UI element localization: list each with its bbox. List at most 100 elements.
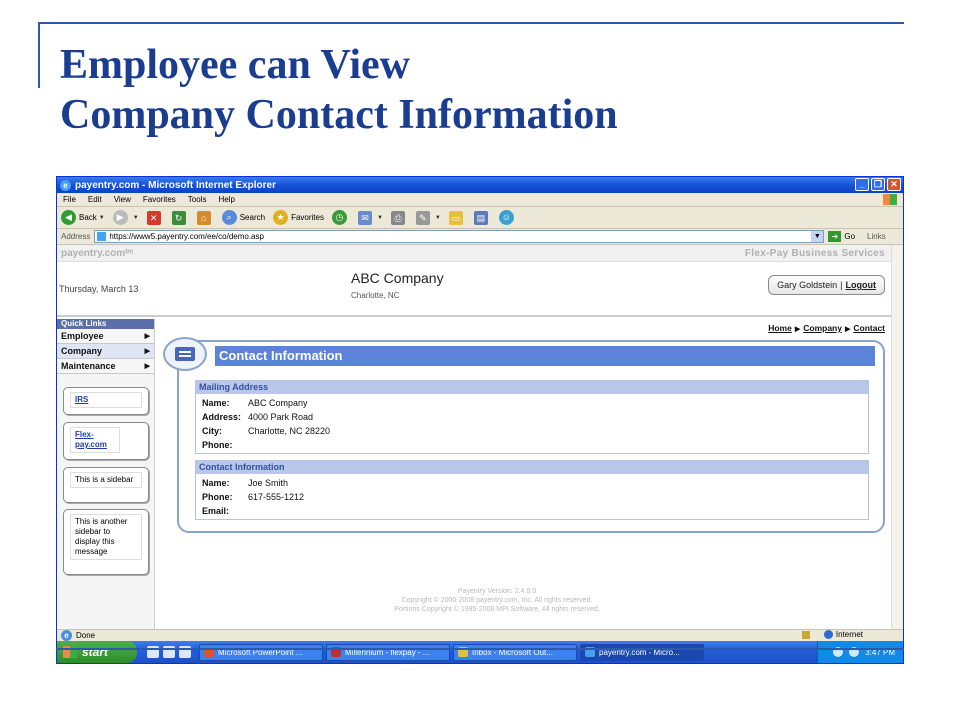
page-header: Thursday, March 13 ABC Company Charlotte… <box>57 262 903 317</box>
history-button[interactable]: ◷ <box>331 210 350 225</box>
chevron-down-icon[interactable]: ▼ <box>435 215 441 221</box>
go-arrow-icon: ➔ <box>828 231 842 242</box>
sidebar-item-label: Employee <box>61 331 104 341</box>
refresh-icon: ↻ <box>171 210 186 225</box>
minimize-button[interactable]: _ <box>855 178 869 191</box>
research-button[interactable]: ▤ <box>473 210 491 225</box>
browser-window: e payentry.com - Microsoft Internet Expl… <box>56 176 904 664</box>
lock-icon <box>801 630 810 639</box>
contact-info-section: Contact Information Name: Joe Smith Phone… <box>195 460 869 520</box>
forward-button[interactable]: ▶ ▼ <box>112 210 139 225</box>
task-ie[interactable]: payentry.com - Micro... <box>580 643 704 661</box>
home-icon: ⌂ <box>196 210 211 225</box>
field-label: Address: <box>202 412 242 422</box>
favorites-button[interactable]: ★ Favorites <box>273 210 324 225</box>
menu-view[interactable]: View <box>114 195 131 204</box>
go-button[interactable]: ➔ Go <box>828 231 855 242</box>
field-label: Phone: <box>202 440 233 450</box>
user-panel: Gary Goldstein | Logout <box>768 275 885 295</box>
user-name: Gary Goldstein <box>777 280 838 290</box>
task-outlook[interactable]: Inbox - Microsoft Out... <box>453 643 577 661</box>
messenger-button[interactable]: ☺ <box>498 210 517 225</box>
system-tray: 3:47 PM <box>817 641 903 663</box>
search-icon: ⌕ <box>221 210 237 225</box>
panel-title: Contact Information <box>215 346 875 366</box>
close-button[interactable]: ✕ <box>887 178 901 191</box>
slide-title-line2: Company Contact Information <box>60 92 618 138</box>
address-input[interactable]: https://www5.payentry.com/ee/co/demo.asp… <box>94 230 825 243</box>
irs-box: IRS <box>63 387 149 415</box>
sidebar-item-maintenance[interactable]: Maintenance ▶ <box>57 359 154 374</box>
brand-logo: payentry.comᵗᵐ <box>61 247 134 259</box>
footer-portions: Portions Copyright © 1995-2008 MPI Softw… <box>394 606 600 613</box>
title-bar[interactable]: e payentry.com - Microsoft Internet Expl… <box>57 177 903 193</box>
status-text: Done <box>76 631 96 640</box>
chevron-down-icon[interactable]: ▼ <box>99 215 105 221</box>
edit-icon: ✎ <box>415 210 430 225</box>
security-zone: Internet <box>801 630 863 639</box>
window-controls: _ ❐ ✕ <box>855 178 901 191</box>
irs-link[interactable]: IRS <box>75 395 88 404</box>
sidebar-item-company[interactable]: Company ▶ <box>57 344 154 359</box>
breadcrumb-arrow-icon: ▶ <box>844 326 851 333</box>
menu-file[interactable]: File <box>63 195 76 204</box>
chevron-down-icon[interactable]: ▼ <box>377 215 383 221</box>
search-button[interactable]: ⌕ Search <box>221 210 265 225</box>
start-button[interactable]: start <box>57 641 137 663</box>
mailing-address-row: Address: 4000 Park Road <box>196 410 868 424</box>
field-label: Name: <box>202 478 230 488</box>
research-icon: ▤ <box>473 210 488 225</box>
task-millennium[interactable]: Millennium - flexpay - ... <box>326 643 450 661</box>
flexpay-link[interactable]: Flex-pay.com <box>75 430 107 449</box>
chevron-down-icon[interactable]: ▼ <box>133 215 139 221</box>
menu-tools[interactable]: Tools <box>188 195 207 204</box>
status-bar: e Done Internet <box>57 629 903 641</box>
mailing-address-section: Mailing Address Name: ABC Company Address… <box>195 380 869 454</box>
back-label: Back <box>79 213 97 222</box>
vertical-scrollbar[interactable] <box>891 245 903 629</box>
taskbar: start Microsoft PowerPoint ... Millenniu… <box>57 641 903 663</box>
contact-panel: Contact Information Mailing Address Name… <box>163 337 885 533</box>
stop-icon: ✕ <box>146 210 161 225</box>
breadcrumb-home[interactable]: Home <box>768 323 792 333</box>
stop-button[interactable]: ✕ <box>146 210 164 225</box>
url-text: https://www5.payentry.com/ee/co/demo.asp <box>109 232 264 241</box>
home-button[interactable]: ⌂ <box>196 210 214 225</box>
menu-favorites[interactable]: Favorites <box>143 195 176 204</box>
edit-button[interactable]: ✎ ▼ <box>415 210 441 225</box>
chevron-down-icon[interactable]: ▼ <box>811 231 824 242</box>
flexpay-box: Flex-pay.com <box>63 422 149 460</box>
mail-icon: ✉ <box>357 210 372 225</box>
toolbar: ◀ Back ▼ ▶ ▼ ✕ ↻ ⌂ ⌕ Search ★ Favorites … <box>57 207 903 229</box>
service-name: Flex-Pay Business Services <box>744 247 885 259</box>
sidebar-message-1: This is a sidebar <box>70 472 142 488</box>
chevron-right-icon: ▶ <box>144 363 150 370</box>
mail-button[interactable]: ✉ ▼ <box>357 210 383 225</box>
contact-phone-row: Phone: 617-555-1212 <box>196 490 868 504</box>
logout-link[interactable]: Logout <box>846 280 877 290</box>
star-icon: ★ <box>273 210 289 225</box>
chevron-right-icon: ▶ <box>144 348 150 355</box>
print-button[interactable]: ⎙ <box>390 210 408 225</box>
company-location: Charlotte, NC <box>351 291 400 300</box>
back-arrow-icon: ◀ <box>61 210 76 225</box>
ie-icon: e <box>60 179 71 191</box>
mailing-phone-row: Phone: <box>196 438 868 452</box>
task-powerpoint[interactable]: Microsoft PowerPoint ... <box>199 643 323 661</box>
restore-button[interactable]: ❐ <box>871 178 885 191</box>
slide-bottom-rule <box>56 648 904 650</box>
menu-help[interactable]: Help <box>218 195 234 204</box>
back-button[interactable]: ◀ Back ▼ <box>61 210 105 225</box>
refresh-button[interactable]: ↻ <box>171 210 189 225</box>
sidebar-item-employee[interactable]: Employee ▶ <box>57 329 154 344</box>
links-button[interactable]: Links <box>867 232 886 241</box>
mailing-name-value: ABC Company <box>248 398 308 408</box>
menu-edit[interactable]: Edit <box>88 195 102 204</box>
go-label: Go <box>844 232 856 241</box>
breadcrumb-company[interactable]: Company <box>803 323 842 333</box>
breadcrumb: Home ▶ Company ▶ Contact <box>768 323 885 333</box>
breadcrumb-contact[interactable]: Contact <box>853 323 885 333</box>
folder-button[interactable]: ▭ <box>448 210 466 225</box>
footer-copyright: Copyright © 2000-2008 payentry.com, Inc.… <box>401 597 593 604</box>
messenger-icon: ☺ <box>498 210 514 225</box>
